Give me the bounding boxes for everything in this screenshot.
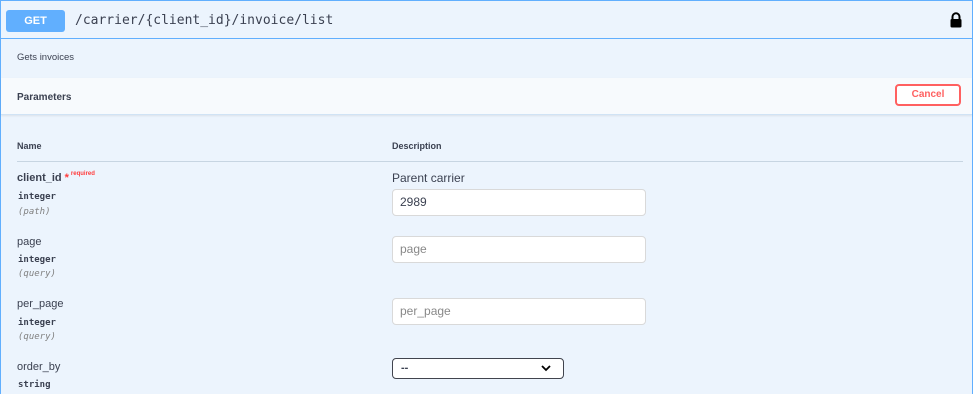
page-input[interactable]: page	[392, 236, 646, 263]
param-name-page: page	[17, 236, 42, 248]
param-type: integer	[18, 192, 56, 202]
param-location: (query)	[18, 269, 56, 279]
lock-icon[interactable]	[949, 12, 963, 28]
table-divider	[17, 161, 963, 162]
param-type: integer	[18, 318, 56, 328]
client-id-input[interactable]: 2989	[392, 189, 646, 216]
operation-summary[interactable]: GET /carrier/{client_id}/invoice/list	[1, 1, 972, 39]
param-name-text: client_id	[17, 172, 62, 184]
required-label: required	[70, 171, 95, 177]
parameters-title: Parameters	[17, 92, 72, 103]
param-name-client-id: client_id * required	[17, 171, 95, 184]
chevron-down-icon	[541, 365, 551, 372]
method-badge: GET	[6, 10, 65, 32]
param-type: integer	[18, 255, 56, 265]
per-page-input[interactable]: per_page	[392, 298, 646, 325]
param-location: (path)	[18, 207, 51, 217]
cancel-button[interactable]: Cancel	[895, 84, 961, 106]
column-header-description: Description	[392, 141, 442, 151]
parameters-header: Parameters Cancel	[1, 78, 972, 115]
operation-description: Gets invoices	[17, 52, 75, 63]
column-header-name: Name	[17, 141, 42, 151]
operation-block: GET /carrier/{client_id}/invoice/list Ge…	[0, 0, 973, 394]
param-type: string	[18, 380, 51, 390]
order-by-selected-value: --	[401, 362, 409, 374]
required-star: *	[64, 172, 69, 184]
param-name-per-page: per_page	[17, 298, 64, 310]
endpoint-path: /carrier/{client_id}/invoice/list	[75, 13, 334, 28]
order-by-select[interactable]: --	[392, 358, 564, 379]
param-location: (query)	[18, 332, 56, 342]
param-name-order-by: order_by	[17, 361, 61, 373]
param-description: Parent carrier	[392, 171, 465, 185]
